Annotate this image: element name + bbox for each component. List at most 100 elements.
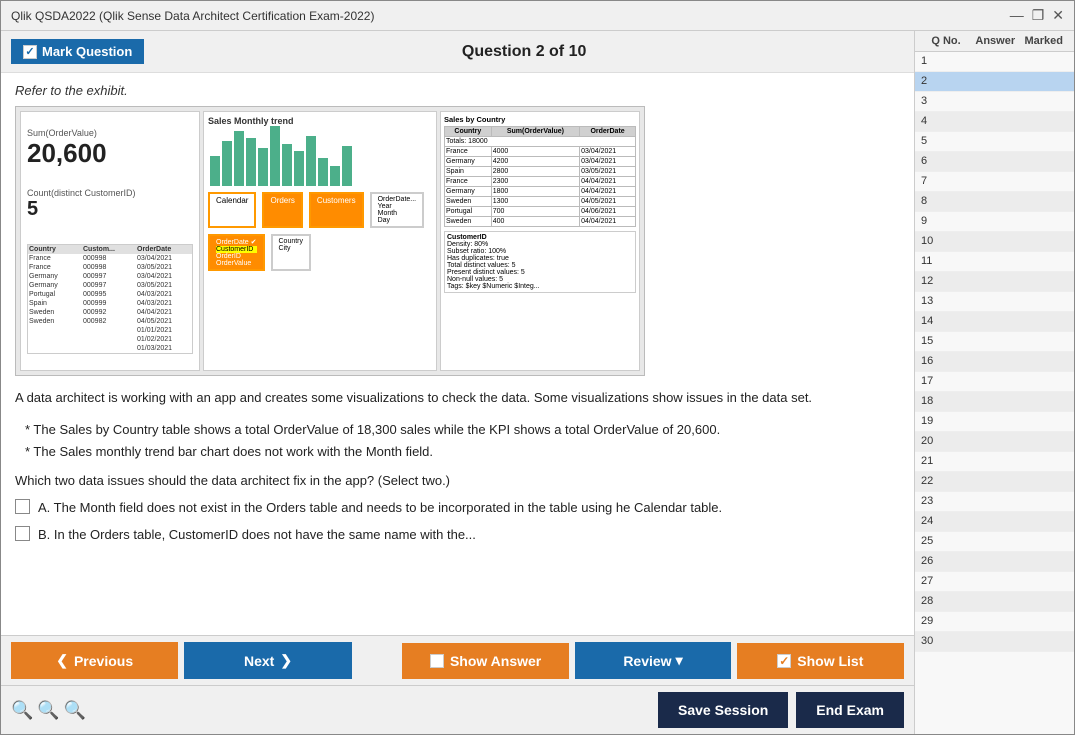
window-controls[interactable]: — ❐ ✕ [1010,7,1064,24]
q-num: 17 [921,375,971,388]
q-num: 7 [921,175,971,188]
q-row-3[interactable]: 3 [915,92,1074,112]
q-row-17[interactable]: 17 [915,372,1074,392]
q-row-14[interactable]: 14 [915,312,1074,332]
zoom-out-button[interactable]: 🔍 [11,700,33,721]
kpi-count-label: Count(distinct CustomerID) [27,188,193,198]
q-num: 5 [921,135,971,148]
question-area: Refer to the exhibit. Sum(OrderValue) 20… [1,73,914,635]
q-row-22[interactable]: 22 [915,472,1074,492]
q-row-26[interactable]: 26 [915,552,1074,572]
q-num: 4 [921,115,971,128]
q-num: 25 [921,535,971,548]
question-list: 1 2 3 4 5 6 7 8 9 10 11 12 13 14 15 16 1… [915,52,1074,734]
toolbar: Mark Question Question 2 of 10 [1,31,914,73]
question-bullet2: * The Sales monthly trend bar chart does… [25,441,900,463]
kpi-panel: Sum(OrderValue) 20,600 Count(distinct Cu… [20,111,200,371]
sidebar-header: Q No. Answer Marked [915,31,1074,52]
end-exam-button[interactable]: End Exam [796,692,904,728]
review-button[interactable]: Review [575,642,730,679]
q-row-23[interactable]: 23 [915,492,1074,512]
review-label: Review [623,653,671,669]
prev-chevron-icon [56,652,68,669]
previous-button[interactable]: Previous [11,642,178,679]
question-title: Question 2 of 10 [144,43,904,61]
close-icon[interactable]: ✕ [1052,7,1064,24]
q-row-16[interactable]: 16 [915,352,1074,372]
q-row-5[interactable]: 5 [915,132,1074,152]
q-num: 23 [921,495,971,508]
q-row-1[interactable]: 1 [915,52,1074,72]
mark-question-button[interactable]: Mark Question [11,39,144,64]
q-num: 11 [921,255,971,268]
save-session-label: Save Session [678,702,768,718]
previous-label: Previous [74,653,133,669]
show-answer-icon [430,654,444,668]
q-num: 8 [921,195,971,208]
q-num: 16 [921,355,971,368]
q-row-8[interactable]: 8 [915,192,1074,212]
q-num: 13 [921,295,971,308]
q-row-21[interactable]: 21 [915,452,1074,472]
show-list-label: Show List [797,653,863,669]
zoom-in-button[interactable]: 🔍 [64,700,86,721]
next-button[interactable]: Next [184,642,351,679]
q-row-18[interactable]: 18 [915,392,1074,412]
show-answer-button[interactable]: Show Answer [402,643,569,679]
q-row-10[interactable]: 10 [915,232,1074,252]
answer-option-b[interactable]: B. In the Orders table, CustomerID does … [15,525,900,545]
q-num: 30 [921,635,971,648]
chart-bars [208,128,432,188]
customerid-info: CustomerID Density: 80% Subset ratio: 10… [444,231,636,293]
option-a-text: A. The Month field does not exist in the… [38,498,722,518]
minimize-icon[interactable]: — [1010,7,1024,24]
next-chevron-icon [280,652,292,669]
maximize-icon[interactable]: ❐ [1032,7,1045,24]
show-list-button[interactable]: ✓ Show List [737,643,904,679]
zoom-controls[interactable]: 🔍 🔍 🔍 [11,700,86,721]
q-num: 19 [921,415,971,428]
header-marked: Marked [1020,35,1069,47]
q-row-15[interactable]: 15 [915,332,1074,352]
q-row-24[interactable]: 24 [915,512,1074,532]
show-answer-label: Show Answer [450,653,541,669]
q-row-30[interactable]: 30 [915,632,1074,652]
mark-checkbox-icon [23,45,37,59]
q-row-28[interactable]: 28 [915,592,1074,612]
q-row-7[interactable]: 7 [915,172,1074,192]
q-row-29[interactable]: 29 [915,612,1074,632]
sales-table-title: Sales by Country [444,115,636,124]
q-row-19[interactable]: 19 [915,412,1074,432]
q-row-13[interactable]: 13 [915,292,1074,312]
header-answer: Answer [971,35,1020,47]
checkbox-b[interactable] [15,526,30,541]
q-row-27[interactable]: 27 [915,572,1074,592]
q-row-20[interactable]: 20 [915,432,1074,452]
kpi-count-value: 5 [27,198,193,221]
q-num: 12 [921,275,971,288]
zoom-reset-button[interactable]: 🔍 [37,700,59,721]
q-row-11[interactable]: 11 [915,252,1074,272]
question-bullet1: * The Sales by Country table shows a tot… [25,419,900,441]
mark-button-label: Mark Question [42,44,132,59]
q-num: 27 [921,575,971,588]
q-num: 2 [921,75,971,88]
q-row-6[interactable]: 6 [915,152,1074,172]
title-bar: Qlik QSDA2022 (Qlik Sense Data Architect… [1,1,1074,31]
answer-option-a[interactable]: A. The Month field does not exist in the… [15,498,900,518]
q-row-25[interactable]: 25 [915,532,1074,552]
right-panel: Q No. Answer Marked 1 2 3 4 5 6 7 8 9 10… [914,31,1074,734]
q-row-2[interactable]: 2 [915,72,1074,92]
q-num: 15 [921,335,971,348]
chart-title: Sales Monthly trend [208,116,432,126]
bottom-bar: Previous Next Show Answer Review [1,635,914,685]
q-num: 29 [921,615,971,628]
q-row-4[interactable]: 4 [915,112,1074,132]
save-session-button[interactable]: Save Session [658,692,788,728]
data-model-area: Calendar Orders Customers OrderDate... Y… [208,192,432,271]
q-row-12[interactable]: 12 [915,272,1074,292]
q-num: 9 [921,215,971,228]
session-controls: Save Session End Exam [658,692,904,728]
q-row-9[interactable]: 9 [915,212,1074,232]
checkbox-a[interactable] [15,499,30,514]
